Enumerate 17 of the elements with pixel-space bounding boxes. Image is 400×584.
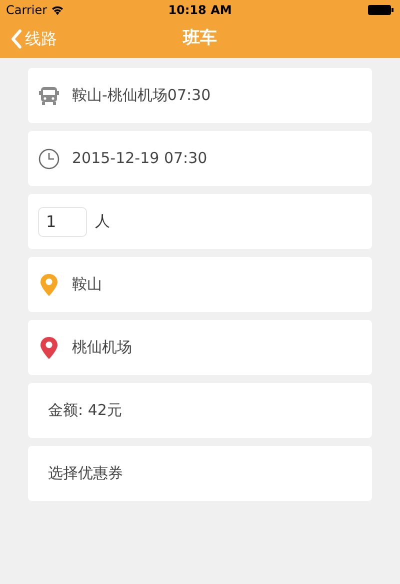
row-label: 2015-12-19 07:30 bbox=[72, 148, 208, 170]
bus-icon bbox=[38, 84, 60, 106]
carrier-label: Carrier bbox=[6, 2, 48, 19]
status-time: 10:18 AM bbox=[168, 2, 232, 19]
row-label: 选择优惠券 bbox=[47, 463, 123, 484]
row-label: 金额: 42元 bbox=[47, 400, 122, 422]
row-label: 鞍山-桃仙机场07:30 bbox=[72, 85, 211, 106]
row-label: 桃仙机场 bbox=[72, 337, 132, 358]
form-row[interactable]: 选择优惠券 bbox=[28, 446, 372, 501]
battery-icon bbox=[368, 5, 394, 15]
chevron-left-icon bbox=[10, 29, 22, 49]
page-title: 班车 bbox=[183, 27, 217, 50]
clock-icon bbox=[38, 148, 60, 170]
passenger-count-field[interactable]: 1 bbox=[38, 206, 87, 236]
wifi-icon bbox=[51, 5, 64, 15]
row-label: 鞍山 bbox=[72, 274, 102, 296]
unit-label: 人 bbox=[95, 211, 110, 232]
